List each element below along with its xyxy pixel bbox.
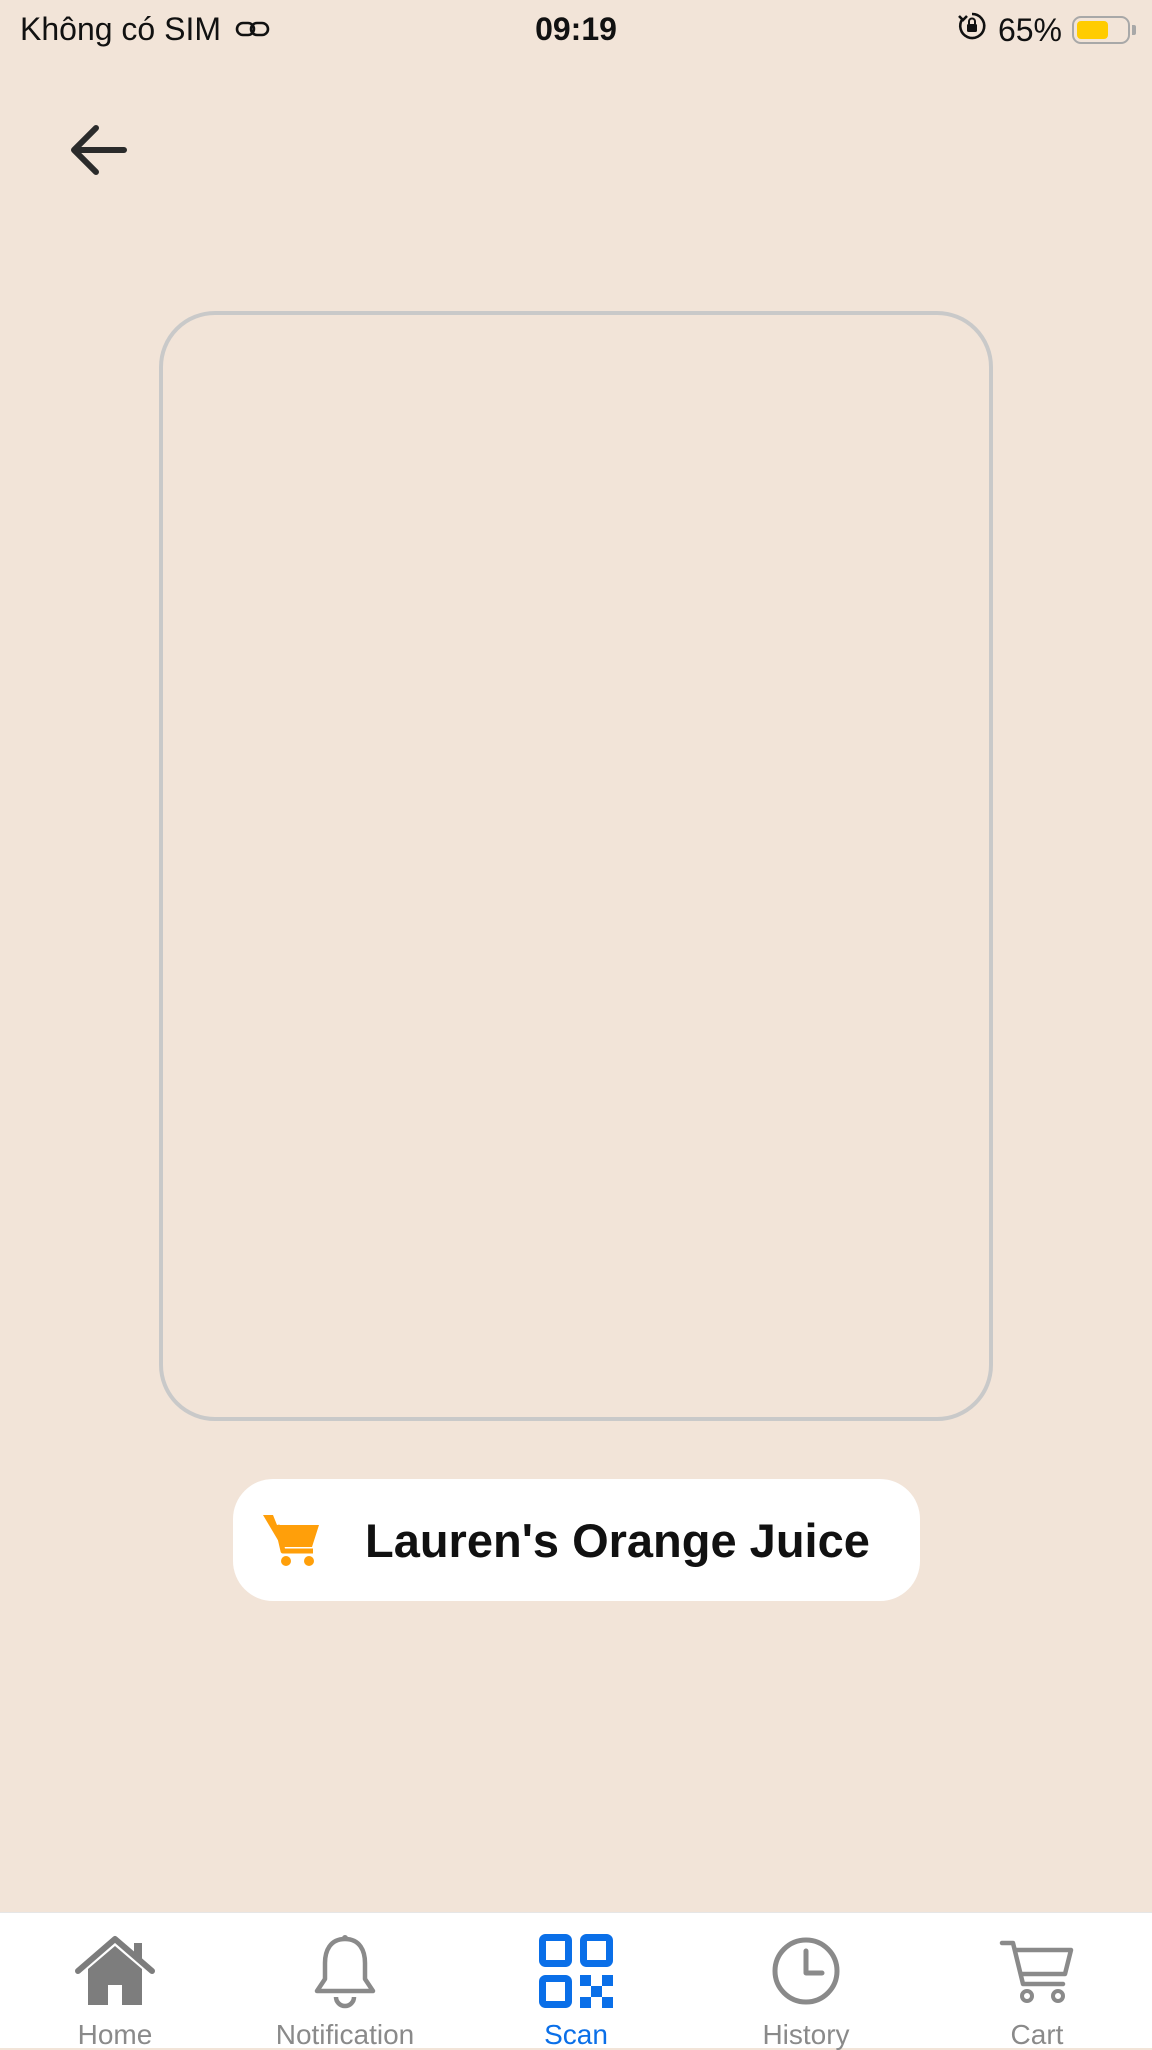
battery-percent: 65%: [997, 12, 1062, 48]
status-right-group: 65%: [956, 10, 1136, 50]
battery-cap: [1132, 25, 1136, 35]
tab-cart-label: Cart: [1010, 2019, 1064, 2050]
tab-scan[interactable]: Scan: [461, 1913, 691, 2049]
product-name: Lauren's Orange Juice: [365, 1513, 870, 1567]
arrow-left-icon: [66, 120, 130, 185]
status-bar: Không có SIM 09:19 65%: [0, 0, 1152, 58]
tab-home[interactable]: Home: [0, 1913, 230, 2049]
back-button[interactable]: [58, 112, 138, 192]
tab-scan-label: Scan: [544, 2019, 608, 2050]
tab-bar: Home Notification Scan History Cart: [0, 1912, 1152, 2049]
clock-icon: [691, 1931, 921, 2011]
home-icon: [0, 1931, 230, 2011]
tab-notification-label: Notification: [275, 2019, 415, 2050]
battery-icon: [1072, 16, 1136, 44]
bell-icon: [230, 1931, 460, 2011]
tab-notification[interactable]: Notification: [230, 1913, 460, 2049]
battery-body: [1072, 16, 1130, 44]
battery-level: [1077, 21, 1109, 39]
scanner-frame: [159, 311, 993, 1421]
tab-home-label: Home: [77, 2019, 153, 2050]
tab-history[interactable]: History: [691, 1913, 921, 2049]
cart-icon: [922, 1931, 1152, 2011]
qr-code-icon: [461, 1931, 691, 2011]
cart-icon: [261, 1509, 323, 1571]
orientation-lock-icon: [956, 10, 988, 50]
scanned-product-button[interactable]: Lauren's Orange Juice: [233, 1479, 920, 1601]
tab-history-label: History: [762, 2019, 850, 2050]
tab-cart[interactable]: Cart: [922, 1913, 1152, 2049]
